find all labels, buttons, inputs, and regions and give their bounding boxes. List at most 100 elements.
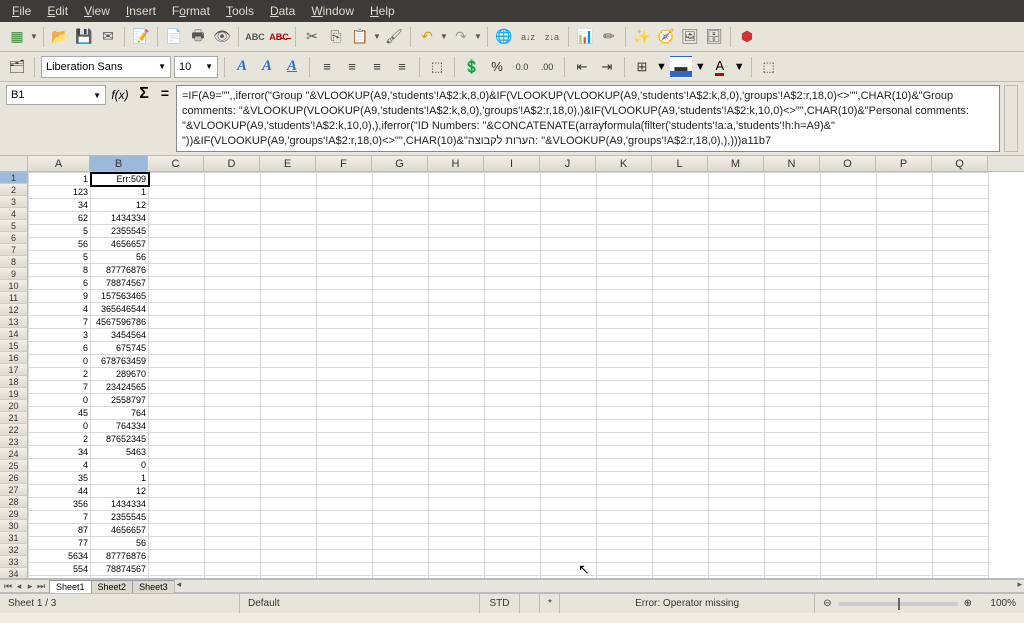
cell[interactable] xyxy=(541,290,597,303)
align-center-icon[interactable]: ≡ xyxy=(341,56,363,78)
cell[interactable] xyxy=(709,342,765,355)
cell[interactable] xyxy=(317,368,373,381)
cell[interactable] xyxy=(317,485,373,498)
cell[interactable] xyxy=(653,537,709,550)
cell[interactable] xyxy=(541,576,597,580)
cell[interactable] xyxy=(933,576,989,580)
cell[interactable] xyxy=(261,290,317,303)
cell[interactable]: 23424565 xyxy=(91,381,149,394)
row-header[interactable]: 13 xyxy=(0,316,28,328)
cell[interactable] xyxy=(373,381,429,394)
cell[interactable] xyxy=(373,498,429,511)
cell[interactable] xyxy=(765,472,821,485)
cell[interactable] xyxy=(933,238,989,251)
cell[interactable] xyxy=(877,394,933,407)
cell[interactable] xyxy=(541,277,597,290)
cell[interactable] xyxy=(317,550,373,563)
cell[interactable] xyxy=(485,316,541,329)
cell[interactable] xyxy=(205,485,261,498)
currency-icon[interactable]: 💲 xyxy=(461,56,483,78)
cell[interactable] xyxy=(485,264,541,277)
cell[interactable] xyxy=(317,394,373,407)
cell[interactable] xyxy=(821,472,877,485)
cell[interactable] xyxy=(373,459,429,472)
cell[interactable] xyxy=(709,368,765,381)
cell[interactable] xyxy=(149,355,205,368)
cell[interactable] xyxy=(317,251,373,264)
column-header[interactable]: H xyxy=(428,156,484,171)
cell[interactable]: 87 xyxy=(29,524,91,537)
cell[interactable] xyxy=(877,511,933,524)
cell[interactable] xyxy=(541,446,597,459)
cell[interactable] xyxy=(597,342,653,355)
cell[interactable] xyxy=(821,173,877,186)
cell[interactable] xyxy=(205,550,261,563)
cell[interactable]: 34 xyxy=(29,446,91,459)
cell[interactable] xyxy=(877,238,933,251)
cell[interactable] xyxy=(149,563,205,576)
cell[interactable] xyxy=(317,472,373,485)
tab-last-icon[interactable]: ⏭ xyxy=(36,581,46,592)
fontcolor-dropdown[interactable]: ▼ xyxy=(734,61,745,73)
cell[interactable] xyxy=(261,433,317,446)
cell[interactable]: 12 xyxy=(91,485,149,498)
cell[interactable] xyxy=(149,498,205,511)
cell[interactable] xyxy=(429,173,485,186)
cell[interactable] xyxy=(205,238,261,251)
cell[interactable] xyxy=(205,316,261,329)
cell[interactable] xyxy=(429,342,485,355)
cell[interactable] xyxy=(933,550,989,563)
cell[interactable] xyxy=(821,407,877,420)
cell[interactable] xyxy=(149,303,205,316)
cell[interactable] xyxy=(317,381,373,394)
open-icon[interactable]: 📂 xyxy=(49,26,71,48)
cell[interactable] xyxy=(541,498,597,511)
cell[interactable] xyxy=(485,212,541,225)
cell[interactable] xyxy=(205,303,261,316)
cell[interactable] xyxy=(933,212,989,225)
cell[interactable] xyxy=(317,199,373,212)
cell[interactable] xyxy=(205,446,261,459)
row-header[interactable]: 2 xyxy=(0,184,28,196)
cell[interactable]: 87776876 xyxy=(91,264,149,277)
cell[interactable] xyxy=(429,238,485,251)
row-header[interactable]: 12 xyxy=(0,304,28,316)
cell[interactable] xyxy=(709,303,765,316)
cell[interactable] xyxy=(485,524,541,537)
cell[interactable] xyxy=(205,420,261,433)
cell[interactable] xyxy=(597,212,653,225)
cell[interactable] xyxy=(709,550,765,563)
cell[interactable] xyxy=(149,524,205,537)
cell[interactable] xyxy=(541,186,597,199)
cell[interactable] xyxy=(373,446,429,459)
sort-desc-icon[interactable]: z↓a xyxy=(541,26,563,48)
cell[interactable] xyxy=(653,329,709,342)
cell[interactable]: 2 xyxy=(29,368,91,381)
cell[interactable] xyxy=(765,186,821,199)
cell[interactable] xyxy=(373,563,429,576)
cell[interactable] xyxy=(373,407,429,420)
cell[interactable] xyxy=(149,342,205,355)
sort-asc-icon[interactable]: a↓z xyxy=(517,26,539,48)
cell[interactable] xyxy=(821,511,877,524)
row-header[interactable]: 8 xyxy=(0,256,28,268)
cell[interactable] xyxy=(709,264,765,277)
cell[interactable] xyxy=(205,264,261,277)
row-header[interactable]: 17 xyxy=(0,364,28,376)
cell[interactable] xyxy=(429,537,485,550)
borders-icon[interactable]: ⊞ xyxy=(631,56,653,78)
cell[interactable] xyxy=(877,550,933,563)
autospell-icon[interactable]: AB̶C̶ xyxy=(268,26,290,48)
cell[interactable] xyxy=(485,342,541,355)
cell[interactable] xyxy=(429,290,485,303)
cell[interactable] xyxy=(821,290,877,303)
cell[interactable] xyxy=(429,563,485,576)
align-justify-icon[interactable]: ≡ xyxy=(391,56,413,78)
cell[interactable]: 1 xyxy=(29,173,91,186)
cell[interactable] xyxy=(317,290,373,303)
cell[interactable] xyxy=(597,225,653,238)
cell[interactable] xyxy=(933,472,989,485)
cell[interactable] xyxy=(429,303,485,316)
sheet-tab[interactable]: Sheet3 xyxy=(132,580,175,593)
cell[interactable] xyxy=(149,459,205,472)
